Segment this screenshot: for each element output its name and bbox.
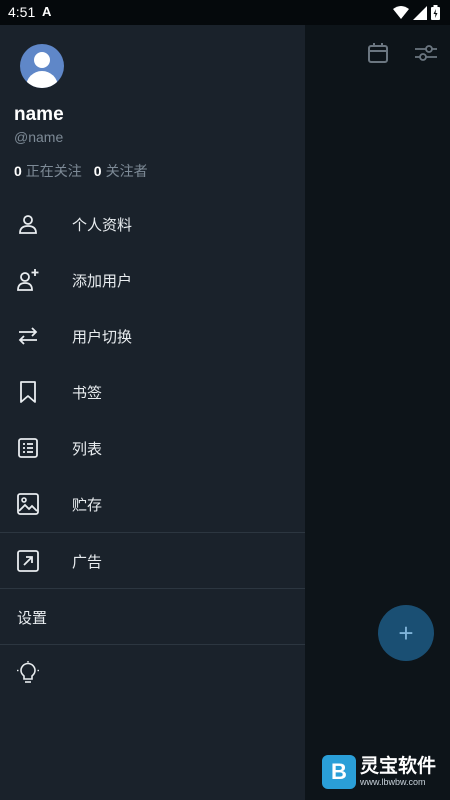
menu-label: 用户切换 bbox=[72, 328, 133, 346]
status-bar: 4:51 A bbox=[0, 0, 450, 25]
signal-icon bbox=[413, 5, 427, 20]
background-toolbar bbox=[305, 25, 450, 81]
calendar-icon[interactable] bbox=[366, 41, 390, 65]
followers-count: 0 bbox=[93, 163, 102, 179]
status-time: 4:51 bbox=[8, 4, 36, 20]
menu-item-bookmarks[interactable]: 书签 bbox=[0, 364, 305, 420]
menu-label: 广告 bbox=[72, 553, 103, 571]
avatar-body bbox=[26, 71, 58, 88]
followers-label: 关注者 bbox=[105, 163, 148, 179]
menu-item-profile[interactable]: 个人资料 bbox=[0, 196, 305, 252]
lightbulb-icon bbox=[17, 661, 39, 683]
watermark-logo: B bbox=[322, 755, 356, 789]
switch-arrows-icon bbox=[18, 327, 38, 345]
watermark: B 灵宝软件 www.lbwbw.com bbox=[322, 752, 442, 792]
followers-link[interactable]: 0 关注者 bbox=[94, 161, 148, 181]
menu-label: 添加用户 bbox=[72, 272, 133, 290]
bookmark-icon bbox=[20, 381, 36, 403]
system-icons bbox=[393, 5, 440, 20]
menu-label: 个人资料 bbox=[72, 216, 133, 234]
wifi-icon bbox=[393, 5, 409, 19]
menu-item-storage[interactable]: 贮存 bbox=[0, 476, 305, 532]
menu-item-lists[interactable]: 列表 bbox=[0, 420, 305, 476]
screen: 4:51 A + name @name 0 正在关注 0 关注者 个人资料 添加… bbox=[0, 0, 450, 800]
profile-handle: @name bbox=[14, 129, 64, 145]
theme-toggle-button[interactable] bbox=[0, 645, 305, 701]
following-link[interactable]: 0 正在关注 bbox=[14, 161, 82, 181]
battery-icon bbox=[431, 5, 440, 20]
profile-name[interactable]: name bbox=[14, 104, 64, 126]
menu-item-add-user[interactable]: 添加用户 bbox=[0, 252, 305, 308]
menu-item-switch-user[interactable]: 用户切换 bbox=[0, 308, 305, 364]
watermark-url: www.lbwbw.com bbox=[360, 776, 426, 787]
menu-label: 贮存 bbox=[72, 496, 103, 514]
watermark-title: 灵宝软件 bbox=[360, 755, 437, 777]
menu-item-ads[interactable]: 广告 bbox=[0, 533, 305, 589]
avatar[interactable] bbox=[20, 44, 64, 88]
menu-label: 列表 bbox=[72, 440, 103, 458]
following-count: 0 bbox=[14, 163, 22, 179]
list-icon bbox=[18, 438, 38, 458]
navigation-drawer: name @name 0 正在关注 0 关注者 个人资料 添加用户 用户切换 书… bbox=[0, 25, 305, 800]
avatar-head bbox=[34, 52, 50, 68]
menu-item-settings[interactable]: 设置 bbox=[0, 589, 305, 645]
watermark-text: 灵宝软件 www.lbwbw.com bbox=[360, 755, 437, 788]
menu-label: 书签 bbox=[72, 384, 103, 402]
add-user-icon bbox=[17, 269, 39, 291]
filter-sliders-icon[interactable] bbox=[414, 41, 438, 65]
person-icon bbox=[19, 215, 37, 234]
app-notification-icon: A bbox=[42, 4, 52, 19]
external-link-icon bbox=[17, 550, 39, 572]
image-icon bbox=[17, 493, 39, 515]
following-label: 正在关注 bbox=[25, 163, 82, 179]
settings-label: 设置 bbox=[17, 609, 48, 627]
follow-stats: 0 正在关注 0 关注者 bbox=[14, 161, 148, 181]
compose-fab-button[interactable]: + bbox=[378, 605, 434, 661]
